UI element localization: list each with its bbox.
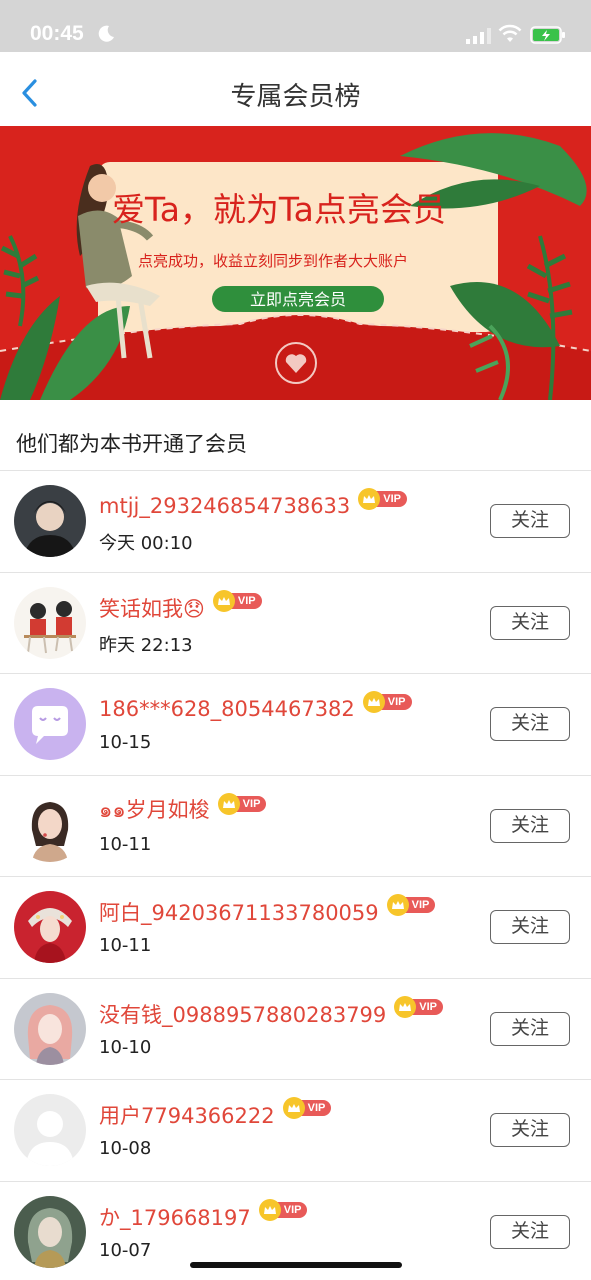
banner-illustration: 爱Ta，就为Ta点亮会员 点亮成功，收益立刻同步到作者大大账户 立即点亮会员	[0, 126, 591, 400]
status-bar: 00:45	[0, 0, 591, 52]
avatar[interactable]	[14, 992, 86, 1065]
vip-badge: VIP	[212, 589, 262, 612]
avatar[interactable]	[14, 789, 86, 862]
moon-icon	[98, 25, 114, 42]
crown-icon	[212, 589, 235, 612]
avatar[interactable]	[14, 688, 86, 760]
member-name[interactable]: 没有钱_0988957880283799	[99, 999, 386, 1029]
member-time: 10-08	[99, 1138, 152, 1159]
member-row[interactable]: 笑话如我😞 VIP 昨天 22:13 关注	[0, 573, 591, 674]
member-name[interactable]: か_179668197	[99, 1202, 251, 1232]
wifi-icon	[498, 24, 522, 42]
avatar[interactable]	[14, 485, 86, 557]
member-time: 10-07	[99, 1239, 152, 1261]
member-promo-banner[interactable]: 爱Ta，就为Ta点亮会员 点亮成功，收益立刻同步到作者大大账户 立即点亮会员	[0, 126, 591, 400]
follow-button[interactable]: 关注	[490, 504, 570, 538]
signal-icon	[466, 28, 491, 44]
battery-icon	[530, 26, 565, 44]
crown-icon	[258, 1198, 281, 1221]
member-name[interactable]: 笑话如我😞	[99, 593, 205, 623]
follow-button[interactable]: 关注	[490, 707, 570, 741]
member-name[interactable]: 186***628_8054467382	[99, 697, 355, 721]
crown-icon	[362, 691, 385, 713]
vip-badge: VIP	[394, 995, 444, 1018]
vip-badge: VIP	[258, 1198, 308, 1221]
member-row[interactable]: ๑๑岁月如梭 VIP 10-11 关注	[0, 776, 591, 877]
member-name[interactable]: mtjj_293246854738633	[99, 494, 350, 518]
follow-button[interactable]: 关注	[490, 605, 570, 640]
member-row[interactable]: 没有钱_0988957880283799 VIP 10-10 关注	[0, 979, 591, 1080]
member-name[interactable]: ๑๑岁月如梭	[99, 794, 210, 827]
avatar[interactable]	[14, 1094, 86, 1166]
member-list: mtjj_293246854738633 VIP 今天 00:10 关注 笑话如…	[0, 471, 591, 1280]
banner-cta-label: 立即点亮会员	[250, 290, 346, 309]
member-time: 今天 00:10	[99, 533, 193, 554]
avatar[interactable]	[14, 1195, 86, 1268]
follow-button[interactable]: 关注	[490, 1214, 570, 1249]
avatar[interactable]	[14, 891, 86, 963]
vip-badge: VIP	[358, 488, 408, 510]
page-title: 专属会员榜	[230, 82, 361, 112]
member-name[interactable]: 用户7794366222	[99, 1100, 275, 1130]
status-time: 00:45	[30, 22, 84, 45]
vip-badge: VIP	[386, 894, 436, 916]
member-time: 昨天 22:13	[99, 634, 193, 656]
avatar[interactable]	[14, 586, 86, 659]
vip-badge: VIP	[362, 691, 412, 713]
nav-bar: 专属会员榜	[0, 52, 591, 126]
vip-badge: VIP	[217, 792, 267, 815]
member-time: 10-10	[99, 1036, 152, 1058]
crown-icon	[282, 1097, 305, 1119]
banner-headline: 爱Ta，就为Ta点亮会员	[112, 190, 446, 229]
member-time: 10-15	[99, 732, 152, 753]
member-row[interactable]: mtjj_293246854738633 VIP 今天 00:10 关注	[0, 471, 591, 573]
member-row[interactable]: 186***628_8054467382 VIP 10-15 关注	[0, 674, 591, 776]
member-time: 10-11	[99, 833, 152, 855]
member-row[interactable]: 用户7794366222 VIP 10-08 关注	[0, 1080, 591, 1182]
member-name[interactable]: 阿白_94203671133780059	[99, 897, 379, 927]
crown-icon	[217, 792, 240, 815]
vip-badge: VIP	[282, 1097, 332, 1119]
follow-button[interactable]: 关注	[490, 1113, 570, 1147]
banner-subline: 点亮成功，收益立刻同步到作者大大账户	[138, 252, 408, 270]
follow-button[interactable]: 关注	[490, 1011, 570, 1046]
member-time: 10-11	[99, 935, 152, 956]
follow-button[interactable]: 关注	[490, 808, 570, 843]
follow-button[interactable]: 关注	[490, 910, 570, 944]
member-row[interactable]: 阿白_94203671133780059 VIP 10-11 关注	[0, 877, 591, 979]
crown-icon	[386, 894, 409, 916]
section-title: 他们都为本书开通了会员	[16, 432, 247, 456]
home-indicator[interactable]	[190, 1262, 402, 1268]
crown-icon	[394, 995, 417, 1018]
